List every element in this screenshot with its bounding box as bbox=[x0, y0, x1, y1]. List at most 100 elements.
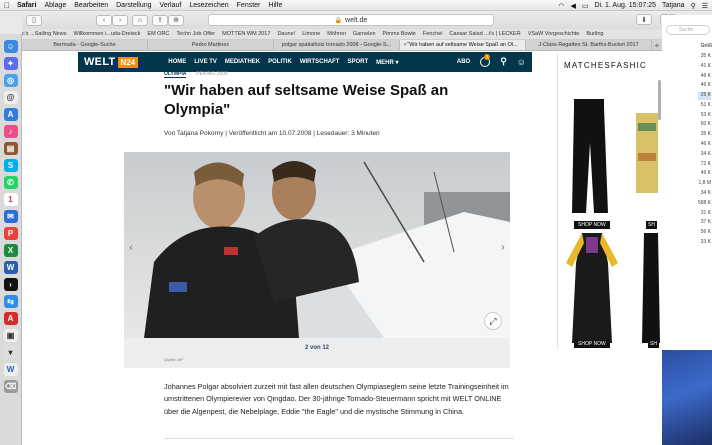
shop-now-button-2[interactable]: SH bbox=[646, 221, 657, 229]
preview-icon[interactable]: ▣ bbox=[3, 329, 18, 342]
account-icon[interactable]: ☺ bbox=[517, 57, 526, 67]
word-icon[interactable]: W bbox=[3, 261, 18, 274]
bookmark-item[interactable]: Techn Job Offer bbox=[176, 31, 215, 37]
wifi-icon[interactable]: ◠ bbox=[558, 2, 564, 10]
nav-politik[interactable]: POLITIK bbox=[268, 59, 292, 66]
nav-mehr[interactable]: MEHR ▾ bbox=[376, 59, 398, 66]
tab-bar: Bermuda - Google-Suche Pedro Martinez po… bbox=[22, 40, 662, 51]
bookmark-item[interactable]: Limone bbox=[302, 31, 320, 37]
nav-live-tv[interactable]: LIVE TV bbox=[194, 59, 217, 66]
excel-icon[interactable]: X bbox=[3, 244, 18, 257]
downloads-button[interactable]: ⬇ bbox=[636, 14, 652, 25]
address-bar[interactable]: 🔒 welt.de bbox=[208, 14, 494, 26]
skype-icon[interactable]: S bbox=[3, 159, 18, 172]
kicker-subtopic[interactable]: PEKING 2008 bbox=[196, 71, 227, 78]
tab-polgar-search[interactable]: polgar spatialholz tornado 2008 - Google… bbox=[274, 40, 400, 50]
nav-sport[interactable]: SPORT bbox=[347, 59, 368, 66]
nav-mediathek[interactable]: MEDIATHEK bbox=[225, 59, 260, 66]
nav-wirtschaft[interactable]: WIRTSCHAFT bbox=[300, 59, 340, 66]
document-icon[interactable]: W bbox=[3, 363, 18, 376]
page-scrollbar[interactable] bbox=[658, 80, 661, 120]
tab-j-class[interactable]: J-Class Regatten St. Barths-Bucket 2017 bbox=[526, 40, 652, 50]
notes-icon[interactable]: ▤ bbox=[3, 142, 18, 155]
kicker-topic[interactable]: OLYMPIA bbox=[164, 71, 187, 78]
sidebar-toggle-button[interactable]: ▯ bbox=[26, 14, 42, 26]
bookmark-item[interactable]: EM ORC bbox=[147, 31, 169, 37]
bookmark-item[interactable]: c's ...Sailing News bbox=[22, 31, 66, 37]
clock[interactable]: Di. 1. Aug. 15:07:25 bbox=[595, 2, 657, 9]
ad-product-gown[interactable] bbox=[638, 233, 662, 343]
search-icon[interactable]: ⚲ bbox=[691, 2, 696, 10]
user-name[interactable]: Tatjana bbox=[662, 2, 685, 9]
finder-icon[interactable]: ☺ bbox=[3, 40, 18, 53]
menu-bearbeiten[interactable]: Bearbeiten bbox=[74, 2, 108, 9]
app-store-icon[interactable]: A bbox=[3, 108, 18, 121]
itunes-icon[interactable]: ♪ bbox=[3, 125, 18, 138]
gallery-photo[interactable] bbox=[124, 152, 510, 338]
trash-icon[interactable]: ⌫ bbox=[3, 380, 18, 393]
advertisement[interactable]: MATCHESFASHIC SHOP NOW SH SHOP NOW SH bbox=[557, 53, 662, 349]
expand-icon[interactable]: ⤢ bbox=[484, 312, 502, 330]
menu-verlauf[interactable]: Verlauf bbox=[160, 2, 182, 9]
header-actions: ABO 1 ⚲ ☺ bbox=[457, 53, 526, 67]
search-field[interactable]: Suche bbox=[666, 25, 710, 35]
launchpad-icon[interactable]: ✦ bbox=[3, 57, 18, 70]
back-button[interactable]: ‹ bbox=[96, 14, 112, 26]
shop-now-button[interactable]: SHOP NOW bbox=[574, 221, 610, 229]
safari-icon[interactable]: ◎ bbox=[3, 74, 18, 87]
bookmark-item[interactable]: Willkommen i...uda-Dreieck bbox=[73, 31, 140, 37]
gallery-next-button[interactable]: › bbox=[498, 240, 508, 254]
bookmark-item[interactable]: Fenchel bbox=[423, 31, 443, 37]
bookmark-item[interactable]: Möhren bbox=[327, 31, 346, 37]
welt-logo[interactable]: WELT bbox=[84, 56, 116, 68]
reader-button[interactable]: ⊕ bbox=[168, 14, 184, 26]
terminal-icon[interactable]: › bbox=[3, 278, 18, 291]
abo-link[interactable]: ABO bbox=[457, 59, 470, 65]
shop-now-button-4[interactable]: SH bbox=[648, 340, 659, 348]
close-tab-icon[interactable]: ✕ bbox=[403, 42, 407, 48]
menu-hilfe[interactable]: Hilfe bbox=[268, 2, 282, 9]
ad-brand[interactable]: MATCHESFASHIC bbox=[564, 61, 647, 70]
calendar-icon[interactable]: 1 bbox=[3, 193, 18, 206]
ad-product-trousers[interactable] bbox=[562, 93, 622, 223]
shop-now-button-3[interactable]: SHOP NOW bbox=[574, 340, 610, 348]
menu-ablage[interactable]: Ablage bbox=[44, 2, 66, 9]
share-button[interactable]: ⇪ bbox=[152, 14, 168, 26]
menu-lesezeichen[interactable]: Lesezeichen bbox=[189, 2, 228, 9]
acrobat-icon[interactable]: A bbox=[3, 312, 18, 325]
volume-icon[interactable]: ◀ bbox=[570, 2, 575, 10]
tab-pedro-martinez[interactable]: Pedro Martinez bbox=[148, 40, 274, 50]
bookmark-item[interactable]: VSaW Vorgeschichte bbox=[528, 31, 580, 37]
new-tab-button[interactable]: + bbox=[652, 40, 662, 50]
home-button[interactable]: ⌂ bbox=[132, 14, 148, 26]
tab-welt-article[interactable]: ✕ "Wir haben auf seltsame Weise Spaß an O… bbox=[400, 40, 526, 50]
menu-darstellung[interactable]: Darstellung bbox=[116, 2, 151, 9]
notification-center-icon[interactable]: ☰ bbox=[702, 2, 708, 10]
contacts-icon[interactable]: @ bbox=[3, 91, 18, 104]
powerpoint-icon[interactable]: P bbox=[3, 227, 18, 240]
menu-app-name[interactable]: Safari bbox=[17, 2, 36, 9]
gallery-prev-button[interactable]: ‹ bbox=[126, 240, 136, 254]
ad-product-scarf[interactable] bbox=[632, 113, 662, 203]
bookmark-item[interactable]: Garnelen bbox=[353, 31, 376, 37]
battery-icon[interactable]: ▭ bbox=[582, 2, 589, 10]
apple-menu-icon[interactable]:  bbox=[4, 1, 10, 10]
n24-logo[interactable]: N24 bbox=[117, 56, 139, 68]
menu-fenster[interactable]: Fenster bbox=[237, 2, 261, 9]
bookmark-item[interactable]: MOTTEN WM 2017 bbox=[222, 31, 270, 37]
forward-button[interactable]: › bbox=[112, 14, 128, 26]
bookmark-item[interactable]: Daune! bbox=[277, 31, 295, 37]
teamviewer-icon[interactable]: ⇆ bbox=[3, 295, 18, 308]
search-icon[interactable]: ⚲ bbox=[500, 56, 507, 67]
ad-product-dress[interactable] bbox=[562, 233, 622, 343]
bookmark-item[interactable]: Caesar Salad ...t's | LECKER bbox=[449, 31, 520, 37]
notification-bell-icon[interactable]: 1 bbox=[480, 53, 491, 67]
downloads-folder-icon[interactable]: ▾ bbox=[3, 346, 18, 359]
tab-bermuda[interactable]: Bermuda - Google-Suche bbox=[22, 40, 148, 50]
mail-icon[interactable]: ✉ bbox=[3, 210, 18, 223]
whatsapp-icon[interactable]: ✆ bbox=[3, 176, 18, 189]
bookmark-item[interactable]: Pimms Bowle bbox=[383, 31, 416, 37]
bookmark-item[interactable]: Burling bbox=[586, 31, 603, 37]
nav-home[interactable]: HOME bbox=[168, 59, 186, 66]
size-column-header[interactable]: Größ bbox=[701, 43, 712, 49]
